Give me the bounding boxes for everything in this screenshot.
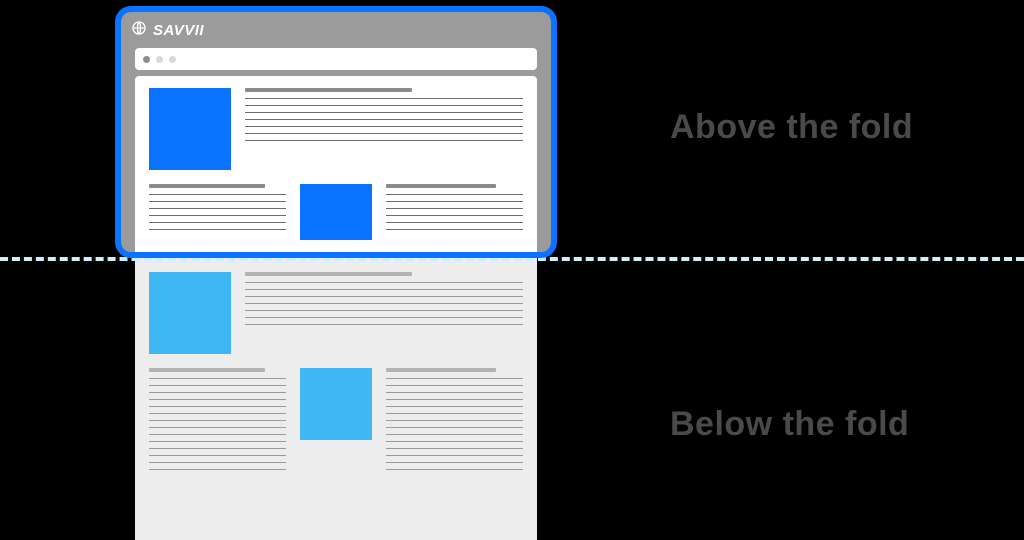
text-line [149, 434, 286, 435]
text-line [386, 399, 523, 400]
below-section-1 [149, 272, 523, 354]
text-line [245, 324, 523, 325]
above-section-2 [149, 184, 523, 240]
text-column-left [149, 184, 286, 240]
text-line [386, 455, 523, 456]
text-line [149, 229, 286, 230]
heading-bar [245, 272, 412, 276]
text-line [149, 413, 286, 414]
text-line [245, 282, 523, 283]
text-line [245, 289, 523, 290]
text-line [245, 296, 523, 297]
text-line [386, 229, 523, 230]
brand-name: SAVVII [153, 22, 204, 39]
text-line [149, 427, 286, 428]
text-line [386, 385, 523, 386]
text-column-right [386, 184, 523, 240]
text-column-left [149, 368, 286, 470]
heading-bar [149, 184, 265, 188]
text-line [245, 98, 523, 99]
above-section-1 [149, 88, 523, 170]
text-line [386, 413, 523, 414]
text-line [245, 310, 523, 311]
text-line [386, 448, 523, 449]
traffic-light-dot [156, 56, 163, 63]
text-line [386, 406, 523, 407]
content-image-below-2 [300, 368, 372, 440]
text-line [245, 303, 523, 304]
below-section-2 [149, 368, 523, 470]
brand-logo-area: SAVVII [131, 20, 204, 41]
page-above-fold [135, 76, 537, 252]
text-line [245, 119, 523, 120]
page-below-fold [135, 258, 537, 540]
traffic-light-dot [143, 56, 150, 63]
text-line [386, 441, 523, 442]
brand-logo-icon [131, 20, 147, 41]
traffic-light-dot [169, 56, 176, 63]
text-line [386, 420, 523, 421]
text-lines [245, 272, 523, 354]
text-column-right [386, 368, 523, 470]
text-line [386, 392, 523, 393]
label-above-the-fold: Above the fold [670, 108, 913, 147]
text-line [245, 133, 523, 134]
text-line [386, 208, 523, 209]
text-line [245, 317, 523, 318]
text-line [386, 462, 523, 463]
text-line [386, 378, 523, 379]
label-below-the-fold: Below the fold [670, 405, 909, 444]
text-line [245, 140, 523, 141]
text-lines [245, 88, 523, 170]
text-line [149, 420, 286, 421]
text-line [149, 399, 286, 400]
diagram-canvas: SAVVII [0, 0, 1024, 540]
text-line [149, 441, 286, 442]
heading-bar [386, 184, 496, 188]
text-line [386, 427, 523, 428]
text-line [149, 215, 286, 216]
text-line [149, 406, 286, 407]
text-line [386, 194, 523, 195]
text-line [245, 126, 523, 127]
browser-window: SAVVII [115, 6, 557, 258]
text-line [149, 208, 286, 209]
content-image-below-1 [149, 272, 231, 354]
text-line [245, 105, 523, 106]
heading-bar [386, 368, 496, 372]
text-line [386, 222, 523, 223]
text-line [149, 469, 286, 470]
text-line [149, 194, 286, 195]
text-line [149, 201, 286, 202]
text-line [149, 455, 286, 456]
text-line [149, 392, 286, 393]
text-line [149, 462, 286, 463]
text-line [149, 448, 286, 449]
text-line [386, 469, 523, 470]
text-line [386, 434, 523, 435]
text-line [245, 112, 523, 113]
text-line [386, 215, 523, 216]
text-line [149, 222, 286, 223]
content-image-above-1 [149, 88, 231, 170]
text-line [149, 378, 286, 379]
browser-address-bar [135, 48, 537, 70]
text-line [149, 385, 286, 386]
heading-bar [149, 368, 265, 372]
text-line [386, 201, 523, 202]
heading-bar [245, 88, 412, 92]
content-image-above-2 [300, 184, 372, 240]
